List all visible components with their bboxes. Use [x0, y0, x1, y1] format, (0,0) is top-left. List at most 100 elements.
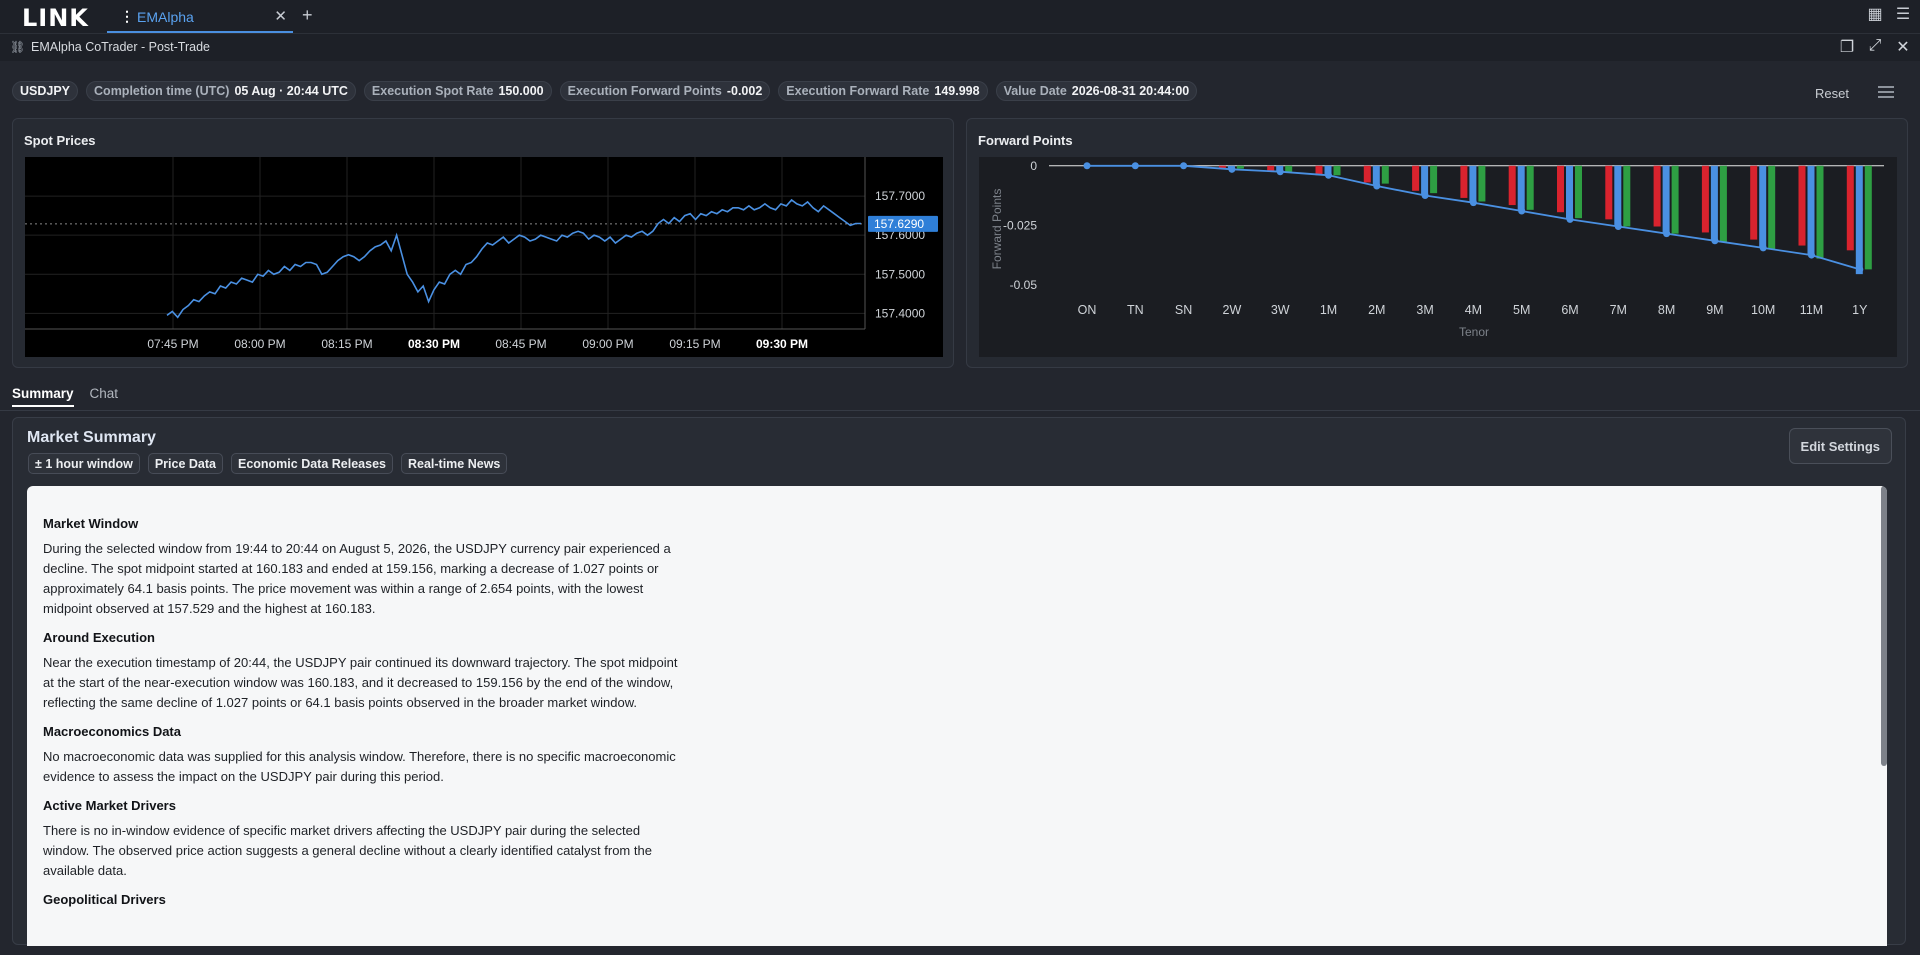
link-icon: ⛓ — [10, 40, 26, 54]
chip-forward-points: Execution Forward Points -0.002 — [559, 81, 771, 101]
forward-bar — [1671, 165, 1679, 234]
section-body: No macroeconomic data was supplied for t… — [43, 749, 676, 784]
app-logo: LINK — [22, 4, 89, 32]
forward-point-marker — [1856, 265, 1864, 273]
forward-bar — [1460, 165, 1468, 198]
tab-title: EMAlpha — [137, 9, 194, 25]
forward-point-marker — [1711, 237, 1719, 245]
forward-point-marker — [1180, 162, 1188, 170]
x-tick-label: 1M — [1320, 303, 1337, 317]
forward-points-title: Forward Points — [978, 133, 1073, 148]
x-tick-label: ON — [1078, 303, 1097, 317]
forward-point-marker — [1276, 168, 1284, 176]
tag-price-data: Price Data — [147, 453, 223, 474]
section-body: Near the execution timestamp of 20:44, t… — [43, 655, 678, 710]
forward-bar — [1719, 165, 1727, 242]
hamburger-menu-icon[interactable]: ☰ — [1894, 6, 1912, 24]
close-icon[interactable]: ✕ — [1894, 37, 1912, 57]
forward-point-marker — [1421, 192, 1429, 200]
section-body: There is no in-window evidence of specif… — [43, 823, 652, 878]
forward-point-marker — [1325, 171, 1332, 179]
forward-bar — [1526, 165, 1534, 210]
forward-bar — [1816, 165, 1824, 259]
forward-point-marker — [1566, 215, 1574, 223]
x-tick-label: 3M — [1416, 303, 1433, 317]
market-summary-title: Market Summary — [27, 429, 156, 446]
chip-pair: USDJPY — [12, 81, 79, 101]
forward-bar — [1750, 165, 1758, 240]
tab-summary[interactable]: Summary — [12, 386, 74, 407]
window-title: EMAlpha CoTrader - Post-Trade — [31, 40, 210, 54]
forward-bar — [1381, 165, 1389, 184]
y-tick-label: 157.7000 — [875, 189, 925, 203]
chip-spot-rate: Execution Spot Rate 150.000 — [363, 81, 552, 101]
tab-emalpha[interactable]: ⋮ EMAlpha ✕ — [107, 0, 293, 33]
expand-icon[interactable]: ⤢ — [1866, 37, 1884, 57]
trade-info-chips: USDJPY Completion time (UTC) 05 Aug · 20:… — [12, 81, 1198, 101]
x-tick-label: 10M — [1751, 303, 1775, 317]
section-body: During the selected window from 19:44 to… — [43, 541, 671, 616]
forward-bar — [1846, 165, 1854, 251]
y-tick-label: -0.025 — [1003, 218, 1037, 232]
chip-value-date: Value Date 2026-08-31 20:44:00 — [995, 81, 1198, 101]
x-tick-label: 08:00 PM — [234, 337, 285, 351]
forward-bar — [1575, 165, 1582, 219]
apps-grid-icon[interactable]: ▦ — [1866, 6, 1884, 24]
forward-bar — [1285, 165, 1293, 172]
forward-point-marker — [1518, 207, 1526, 215]
forward-points-chart[interactable]: 0 -0.025 -0.05 ON TN SN 2W 3W 1M 2M 3M 4M 5M 6M 7M 8M 9M… — [979, 157, 1897, 357]
spot-prices-panel: Spot Prices 157.7000 157.6000 157.5000 157.… — [12, 118, 954, 368]
forward-bar — [1864, 165, 1872, 270]
forward-point-marker — [1373, 182, 1381, 190]
tab-chat[interactable]: Chat — [90, 386, 119, 407]
reset-button[interactable]: Reset — [1815, 86, 1849, 101]
layout-menu-icon[interactable] — [1878, 86, 1894, 101]
spot-price-chart[interactable]: 157.7000157.6000157.5000157.4000157.6290… — [25, 157, 943, 357]
forward-chart-area[interactable]: 0 -0.025 -0.05 ON TN SN 2W 3W 1M 2M 3M 4M 5M 6M 7M 8M 9M… — [979, 157, 1897, 357]
subtab-bar: Summary Chat — [12, 386, 118, 407]
x-tick-label: 08:15 PM — [321, 337, 372, 351]
x-tick-label: 2W — [1223, 303, 1242, 317]
edit-settings-button[interactable]: Edit Settings — [1788, 428, 1892, 464]
x-tick-label: 09:30 PM — [756, 337, 808, 351]
x-tick-label: 8M — [1658, 303, 1675, 317]
x-tick-label: 09:00 PM — [582, 337, 633, 351]
add-tab-icon[interactable]: + — [302, 5, 313, 26]
current-price-label: 157.6290 — [874, 217, 924, 231]
forward-point-marker — [1808, 251, 1815, 259]
forward-points-panel: Forward Points 0 -0.025 -0.05 ON TN SN 2W 3W 1M 2… — [966, 118, 1908, 368]
x-tick-label: 5M — [1513, 303, 1530, 317]
forward-point-marker — [1614, 223, 1622, 230]
forward-bar — [1614, 165, 1622, 227]
forward-bar — [1566, 165, 1573, 220]
forward-bar — [1557, 165, 1564, 213]
chip-forward-rate: Execution Forward Rate 149.998 — [778, 81, 988, 101]
popout-icon[interactable]: ❐ — [1838, 37, 1856, 57]
x-axis-title: Tenor — [1459, 325, 1489, 339]
x-tick-label: 3W — [1271, 303, 1290, 317]
forward-bar — [1421, 165, 1429, 196]
section-heading: Geopolitical Drivers — [43, 892, 166, 907]
tag-window: ± 1 hour window — [28, 453, 140, 474]
x-tick-label: TN — [1127, 303, 1144, 317]
y-tick-label: -0.05 — [1010, 278, 1038, 292]
forward-bar — [1333, 165, 1341, 176]
tab-menu-icon[interactable]: ⋮ — [120, 8, 134, 25]
summary-content[interactable]: Market Window During the selected window… — [27, 486, 1887, 946]
forward-bar — [1605, 165, 1613, 220]
x-tick-label: 7M — [1610, 303, 1627, 317]
scrollbar[interactable] — [1881, 486, 1887, 766]
x-tick-label: SN — [1175, 303, 1192, 317]
x-tick-label: 09:15 PM — [669, 337, 720, 351]
forward-bar — [1508, 165, 1516, 206]
y-axis-title: Forward Points — [990, 189, 1004, 270]
tab-close-icon[interactable]: ✕ — [274, 7, 287, 25]
tag-news: Real-time News — [400, 453, 508, 474]
spot-chart-area[interactable]: 157.7000 157.6000 157.5000 157.4000 157.6290… — [25, 157, 943, 357]
section-heading: Around Execution — [43, 630, 155, 645]
section-heading: Macroeconomics Data — [43, 724, 181, 739]
x-tick-label: 08:45 PM — [495, 337, 546, 351]
forward-point-marker — [1083, 162, 1091, 170]
market-summary-panel: Market Summary ± 1 hour window Price Dat… — [12, 417, 1906, 946]
spot-prices-title: Spot Prices — [24, 133, 96, 148]
